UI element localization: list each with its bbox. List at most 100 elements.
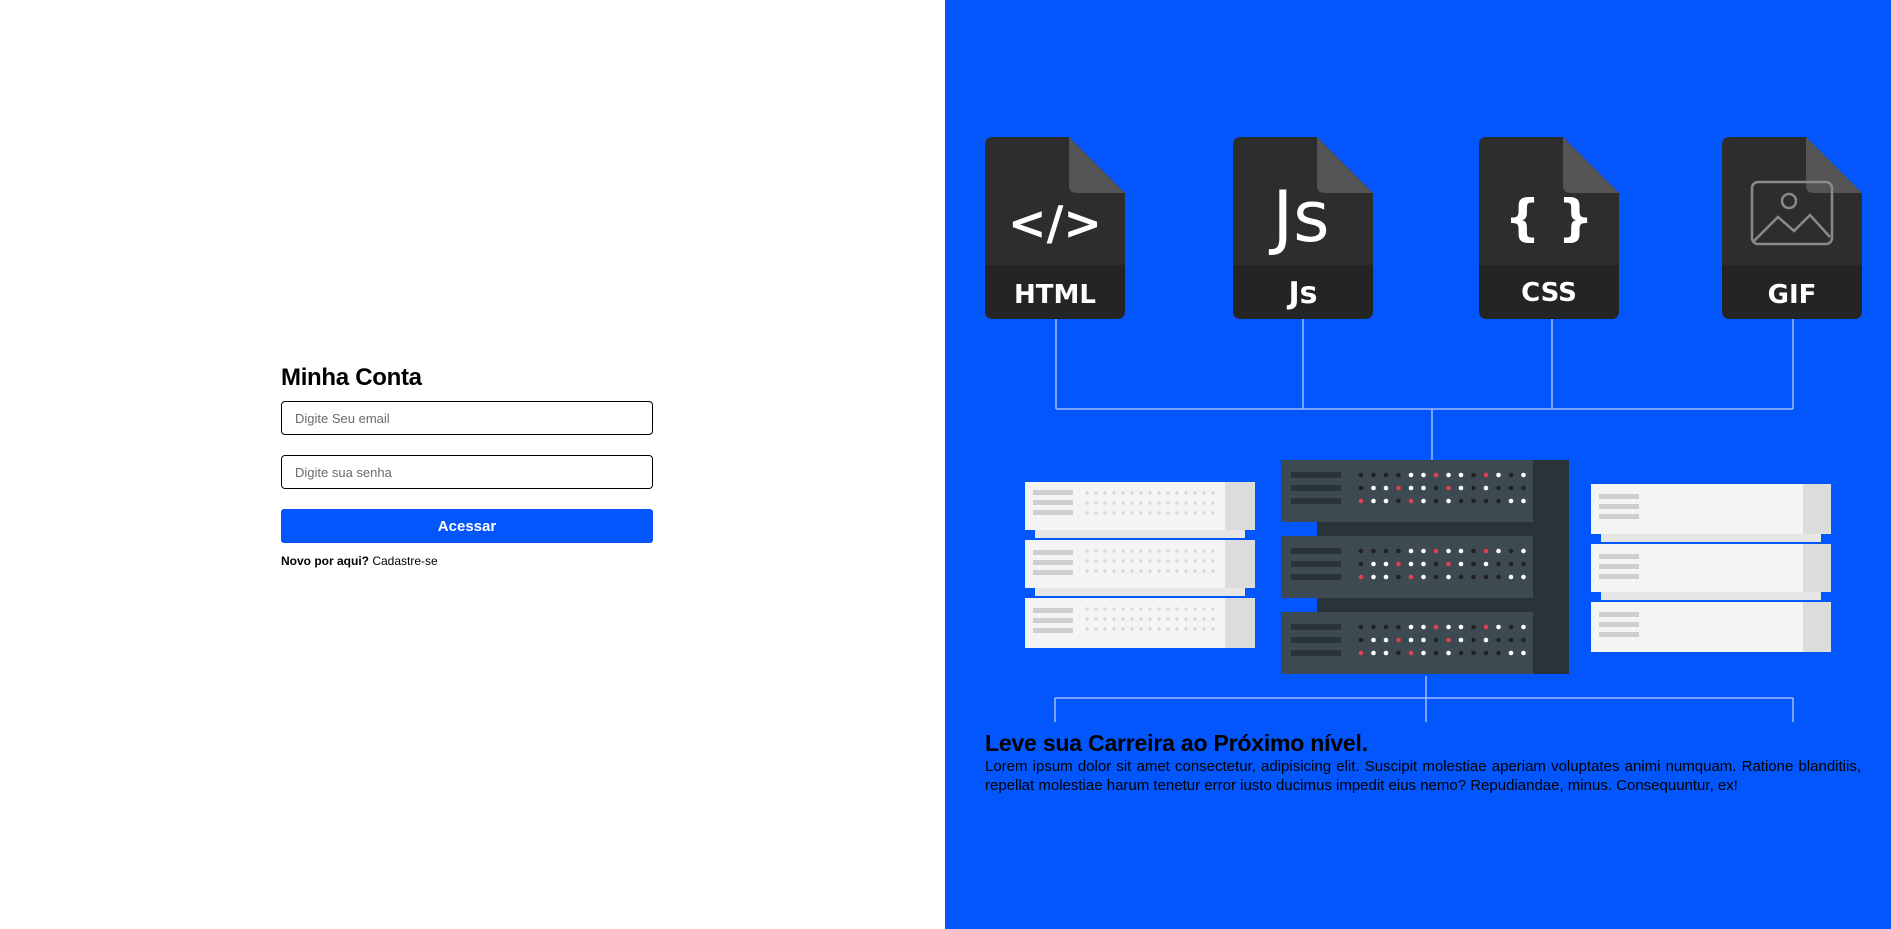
server-led (1471, 650, 1476, 656)
hero-body: Lorem ipsum dolor sit amet consectetur, … (985, 758, 1861, 794)
signup-question: Novo por aqui? (281, 554, 369, 568)
server-vent-dot (1211, 549, 1215, 553)
server-vent-dot (1139, 627, 1143, 631)
server-vent-dot (1148, 627, 1152, 631)
server-vent-dot (1148, 549, 1152, 553)
server-vent-dot (1130, 511, 1134, 515)
submit-button[interactable]: Acessar (281, 509, 653, 543)
server-led (1508, 624, 1514, 630)
server-vent-dot (1175, 491, 1179, 495)
server-led (1483, 624, 1489, 630)
server-vent-dot (1103, 549, 1107, 553)
server-vent-dot (1157, 607, 1161, 611)
server-vent-dot (1085, 511, 1089, 515)
server-vent-dot (1139, 501, 1143, 505)
server-led (1371, 472, 1376, 478)
server-vent-dot (1184, 617, 1188, 621)
server-vent-dot (1121, 511, 1125, 515)
server-vent-dot (1157, 549, 1161, 553)
server-vent-dot (1157, 627, 1161, 631)
email-field[interactable] (281, 401, 653, 435)
server-vent-dot (1121, 501, 1125, 505)
server-led (1371, 624, 1376, 630)
server-vent-dot (1112, 627, 1116, 631)
html-file-icon: </> HTML (985, 137, 1125, 319)
login-form: Minha Conta Acessar Novo por aqui? Cadas… (281, 364, 653, 569)
server-led (1358, 574, 1364, 580)
server-led (1396, 548, 1401, 554)
server-led (1408, 485, 1414, 491)
server-led (1421, 485, 1426, 491)
server-vent-dot (1112, 491, 1116, 495)
server-vent-dot (1121, 491, 1125, 495)
server-led (1358, 561, 1364, 567)
server-led (1408, 637, 1414, 643)
left-server-stack (1025, 482, 1255, 648)
server-led (1396, 472, 1401, 478)
server-vent-dot (1157, 559, 1161, 563)
server-vent-dot (1202, 607, 1206, 611)
server-vent-dot (1175, 569, 1179, 573)
server-vent-dot (1184, 549, 1188, 553)
password-field[interactable] (281, 455, 653, 489)
server-vent-dot (1112, 501, 1116, 505)
server-vent-dot (1211, 569, 1215, 573)
server-vent-dot (1211, 617, 1215, 621)
signup-link[interactable]: Cadastre-se (372, 554, 437, 568)
server-vent-dot (1193, 569, 1197, 573)
server-vent-dot (1211, 627, 1215, 631)
server-led (1521, 498, 1526, 504)
server-led (1521, 637, 1526, 643)
server-led (1483, 650, 1489, 656)
server-led (1446, 498, 1451, 504)
server-led (1458, 472, 1464, 478)
server-led (1433, 498, 1439, 504)
server-led (1458, 574, 1464, 580)
server-led (1483, 498, 1489, 504)
server-vent-dot (1166, 569, 1170, 573)
server-vent-dot (1193, 607, 1197, 611)
server-led (1458, 650, 1464, 656)
server-led (1483, 485, 1489, 491)
server-vent-dot (1202, 617, 1206, 621)
server-led (1383, 485, 1389, 491)
server-vent-dot (1085, 569, 1089, 573)
server-led (1483, 561, 1489, 567)
server-vent-dot (1121, 607, 1125, 611)
signup-prompt: Novo por aqui? Cadastre-se (281, 553, 653, 569)
server-led (1446, 548, 1451, 554)
server-led (1471, 548, 1476, 554)
server-led (1433, 472, 1439, 478)
server-led (1521, 485, 1526, 491)
server-vent-dot (1202, 627, 1206, 631)
server-led (1471, 561, 1476, 567)
server-vent-dot (1157, 501, 1161, 505)
server-vent-dot (1193, 617, 1197, 621)
server-vent-dot (1121, 627, 1125, 631)
server-led (1408, 561, 1414, 567)
server-led (1496, 485, 1501, 491)
server-vent-dot (1148, 607, 1152, 611)
server-vent-dot (1112, 607, 1116, 611)
server-vent-dot (1094, 501, 1098, 505)
js-file-label: Js (1286, 276, 1317, 311)
server-led (1371, 548, 1376, 554)
server-led (1496, 650, 1501, 656)
server-vent-dot (1211, 607, 1215, 611)
server-vent-dot (1166, 491, 1170, 495)
server-vent-dot (1148, 501, 1152, 505)
server-vent-dot (1130, 617, 1134, 621)
js-file-icon: Js Js (1233, 137, 1373, 319)
server-led (1446, 624, 1451, 630)
server-vent-dot (1103, 501, 1107, 505)
server-led (1358, 498, 1364, 504)
server-led (1496, 548, 1501, 554)
server-led (1508, 498, 1514, 504)
server-vent-dot (1166, 617, 1170, 621)
server-vent-dot (1130, 627, 1134, 631)
server-led (1446, 650, 1451, 656)
server-led (1458, 498, 1464, 504)
server-vent-dot (1166, 627, 1170, 631)
server-led (1471, 472, 1476, 478)
server-vent-dot (1130, 501, 1134, 505)
